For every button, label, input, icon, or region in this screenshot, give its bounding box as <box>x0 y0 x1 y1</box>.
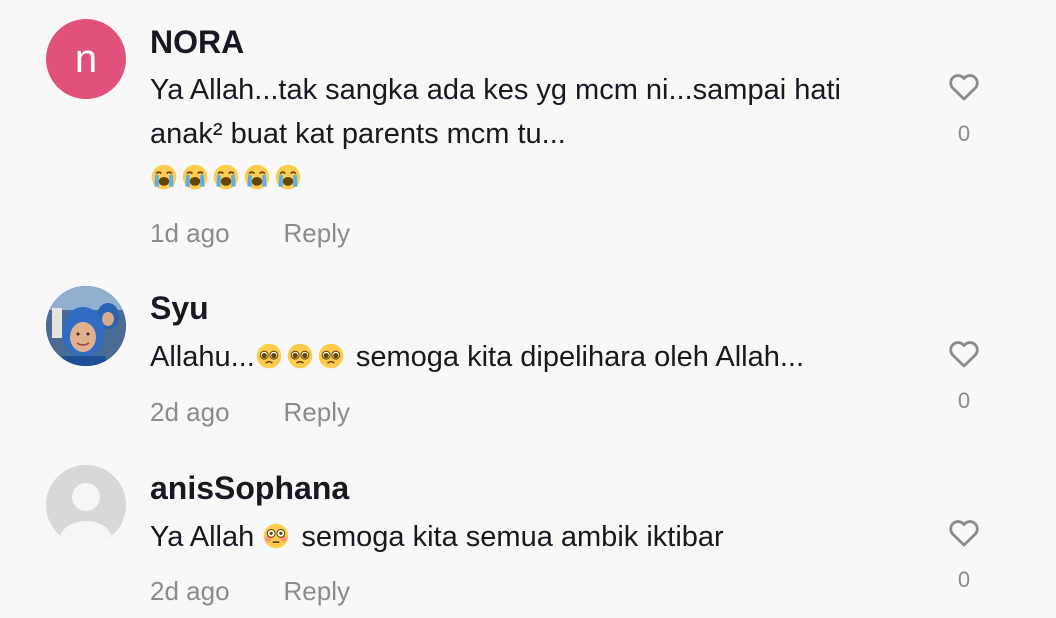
heart-outline-icon[interactable] <box>946 516 982 550</box>
comment-text: Ya Allah...tak sangka ada kes yg mcm ni.… <box>150 68 910 200</box>
comment-time: 1d ago <box>150 218 230 248</box>
loudly-crying-face-icon <box>243 163 271 191</box>
username[interactable]: anisSophana <box>150 470 349 507</box>
loudly-crying-face-icon <box>181 163 209 191</box>
emoji-group <box>255 341 348 373</box>
reply-button[interactable]: Reply <box>284 218 350 248</box>
pleading-face-icon <box>286 342 314 370</box>
comment-item: anisSophana Ya Allah semoga kita semua a… <box>0 450 1056 618</box>
pleading-face-icon <box>255 342 283 370</box>
flushed-face-icon <box>262 522 290 550</box>
reply-button[interactable]: Reply <box>284 576 350 606</box>
default-avatar-icon <box>46 465 126 545</box>
like-count: 0 <box>957 121 971 146</box>
comment-time: 2d ago <box>150 576 230 606</box>
reply-button[interactable]: Reply <box>284 397 350 427</box>
comment-text-line: anak² buat kat parents mcm tu... <box>150 118 566 150</box>
username[interactable]: Syu <box>150 290 209 327</box>
comment-meta: 2d ago Reply <box>150 397 350 428</box>
comment-text-before: Ya Allah <box>150 521 263 553</box>
comment-text-line: Allahu... semoga kita dipelihara oleh Al… <box>150 335 910 379</box>
comment-text: Ya Allah semoga kita semua ambik iktibar <box>150 515 910 559</box>
like-count: 0 <box>957 567 971 592</box>
like-count: 0 <box>957 388 971 413</box>
comment-text-after: semoga kita semua ambik iktibar <box>293 521 724 553</box>
emoji-group <box>262 521 293 553</box>
heart-outline-icon[interactable] <box>946 337 982 371</box>
comment-time: 2d ago <box>150 397 230 427</box>
comment-text-before: Allahu... <box>150 341 255 373</box>
avatar[interactable] <box>46 465 126 545</box>
comment-text-line: Ya Allah...tak sangka ada kes yg mcm ni.… <box>150 74 841 106</box>
comment-item: n NORA Ya Allah...tak sangka ada kes yg … <box>0 0 1056 270</box>
comment-text-line: Ya Allah semoga kita semua ambik iktibar <box>150 515 910 559</box>
avatar[interactable]: n <box>46 19 126 99</box>
avatar[interactable] <box>46 286 126 366</box>
comment-item: Syu Allahu... semoga kita dipelihara ole… <box>0 270 1056 450</box>
comment-meta: 1d ago Reply <box>150 218 350 249</box>
comment-text-after: semoga kita dipelihara oleh Allah... <box>347 341 805 373</box>
username[interactable]: NORA <box>150 24 244 61</box>
emoji-line <box>150 156 910 200</box>
comment-text: Allahu... semoga kita dipelihara oleh Al… <box>150 335 910 379</box>
comment-meta: 2d ago Reply <box>150 576 350 607</box>
avatar-photo <box>46 286 126 366</box>
heart-outline-icon[interactable] <box>946 70 982 104</box>
loudly-crying-face-icon <box>150 163 178 191</box>
loudly-crying-face-icon <box>212 163 240 191</box>
loudly-crying-face-icon <box>274 163 302 191</box>
pleading-face-icon <box>317 342 345 370</box>
